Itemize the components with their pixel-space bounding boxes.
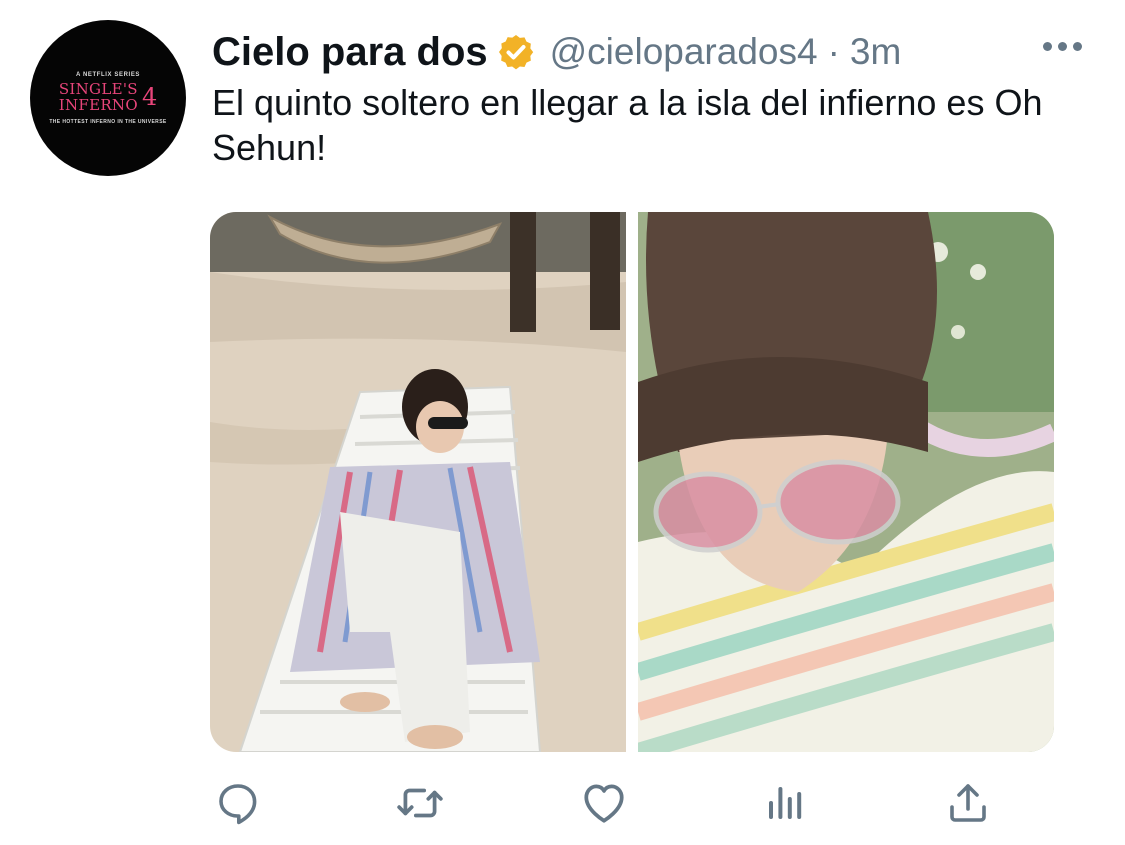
handle[interactable]: @cieloparados4: [550, 31, 818, 73]
avatar-logo-number: 4: [141, 82, 158, 111]
tweet-text: El quinto soltero en llegar a la isla de…: [212, 82, 1043, 168]
avatar-logo: SINGLE'S INFERNO 4: [59, 81, 158, 113]
separator-dot: ·: [827, 31, 840, 72]
photo-closeup-sunglasses[interactable]: [638, 212, 1054, 752]
media-grid: [210, 212, 1054, 752]
avatar-logo-line2: INFERNO: [58, 95, 138, 114]
analytics-icon[interactable]: [758, 775, 814, 831]
heart-icon[interactable]: [576, 775, 632, 831]
photo-beach-lounger[interactable]: [210, 212, 626, 752]
reply-icon[interactable]: [210, 775, 266, 831]
avatar-netflix-line: A NETFLIX SERIES: [75, 71, 141, 78]
verified-badge-icon: [496, 32, 536, 72]
retweet-icon[interactable]: [392, 775, 448, 831]
display-name[interactable]: Cielo para dos: [212, 30, 488, 75]
timestamp[interactable]: 3m: [850, 31, 901, 73]
more-options-icon[interactable]: [1040, 34, 1084, 58]
avatar-logo-line1: SINGLE'S: [58, 79, 138, 98]
tweet-actions: [210, 775, 1010, 831]
share-icon[interactable]: [940, 775, 996, 831]
avatar[interactable]: A NETFLIX SERIES SINGLE'S INFERNO 4 THE …: [30, 20, 186, 176]
tweet-header: Cielo para dos @cieloparados4 · 3m: [212, 24, 901, 80]
avatar-tagline: THE HOTTEST INFERNO IN THE UNIVERSE: [49, 118, 167, 125]
